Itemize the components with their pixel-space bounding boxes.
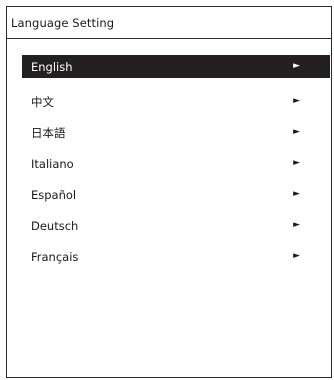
language-label: 日本語 [31,125,66,140]
language-item-french[interactable]: Français ► [22,241,330,272]
arrow-right-icon: ► [293,158,300,168]
language-item-english[interactable]: English ► [22,55,330,78]
arrow-right-icon: ► [293,251,300,261]
language-label: Italiano [31,156,74,171]
language-label: Deutsch [31,218,79,233]
title-bar: Language Setting [7,7,331,39]
arrow-right-icon: ► [293,127,300,137]
language-setting-window: Language Setting English ► 中文 ► 日本語 ► It… [6,6,332,378]
language-item-japanese[interactable]: 日本語 ► [22,117,330,148]
language-item-italian[interactable]: Italiano ► [22,148,330,179]
page-title: Language Setting [11,15,115,30]
language-item-german[interactable]: Deutsch ► [22,210,330,241]
arrow-right-icon: ► [293,96,300,106]
arrow-right-icon: ► [293,189,300,199]
language-label: Español [31,187,77,202]
language-label: Français [31,249,79,264]
arrow-right-icon: ► [293,61,300,71]
language-item-spanish[interactable]: Español ► [22,179,330,210]
language-list: English ► 中文 ► 日本語 ► Italiano ► Español … [22,55,330,272]
language-label: English [31,59,73,74]
arrow-right-icon: ► [293,220,300,230]
language-label: 中文 [31,94,54,109]
language-item-chinese[interactable]: 中文 ► [22,86,330,117]
